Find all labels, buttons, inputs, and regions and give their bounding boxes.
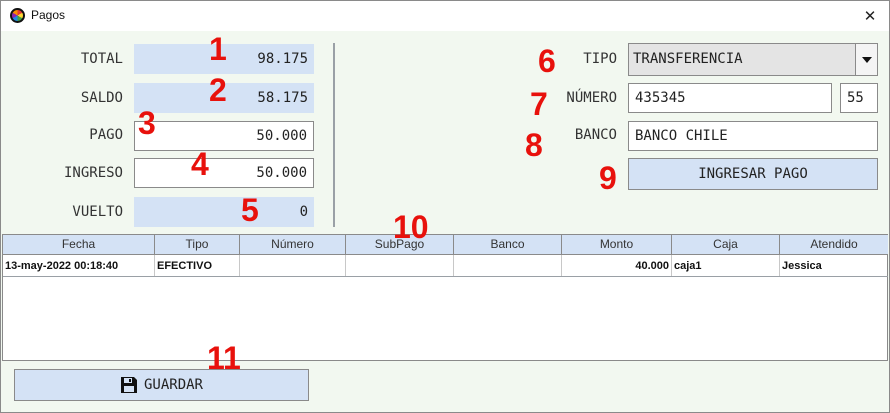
saldo-label: SALDO <box>80 90 123 106</box>
cell-caja: caja1 <box>672 255 780 276</box>
annotation-6: 6 <box>538 43 556 79</box>
tipo-select[interactable]: TRANSFERENCIA <box>628 43 878 76</box>
cell-fecha: 13-may-2022 00:18:40 <box>3 255 155 276</box>
banco-label: BANCO <box>574 127 617 143</box>
annotation-5: 5 <box>241 192 259 228</box>
column-header[interactable]: Banco <box>454 235 562 255</box>
cell-tipo: EFECTIVO <box>155 255 240 276</box>
column-header[interactable]: Caja <box>672 235 780 255</box>
cell-atendido: Jessica <box>782 260 822 272</box>
payments-table: Fecha Tipo Número SubPago Banco Monto Ca… <box>2 234 888 361</box>
annotation-10: 10 <box>393 209 429 245</box>
numero-input[interactable]: 435345 <box>628 83 832 113</box>
cell-subpago <box>346 255 454 276</box>
pago-input[interactable]: 50.000 <box>134 121 314 151</box>
guardar-label: GUARDAR <box>143 377 203 393</box>
ingreso-label: INGRESO <box>63 165 123 181</box>
annotation-4: 4 <box>191 146 209 182</box>
annotation-8: 8 <box>525 127 543 163</box>
close-icon[interactable]: ✕ <box>859 5 881 27</box>
cell-numero <box>240 255 346 276</box>
total-label: TOTAL <box>80 51 123 67</box>
column-header[interactable]: Atendido <box>780 235 888 255</box>
chevron-down-icon[interactable] <box>855 44 877 75</box>
app-color-wheel-icon <box>10 8 25 23</box>
guardar-button[interactable]: GUARDAR <box>14 369 309 401</box>
annotation-11: 11 <box>207 340 241 376</box>
column-header[interactable]: Tipo <box>155 235 240 255</box>
numero-extra-input[interactable]: 55 <box>840 83 878 113</box>
ingresar-pago-button[interactable]: INGRESAR PAGO <box>628 158 878 190</box>
floppy-disk-icon <box>120 377 137 393</box>
annotation-2: 2 <box>209 72 227 108</box>
ingreso-input[interactable]: 50.000 <box>134 158 314 188</box>
annotation-7: 7 <box>530 86 548 122</box>
column-header[interactable]: Monto <box>562 235 672 255</box>
column-header[interactable]: Fecha <box>3 235 155 255</box>
vuelto-label: VUELTO <box>72 204 123 220</box>
annotation-1: 1 <box>209 31 227 67</box>
cell-banco <box>454 255 562 276</box>
payments-window: Pagos ✕ TOTAL 98.175 SALDO 58.175 PAGO 5… <box>0 0 890 413</box>
tipo-selected-value: TRANSFERENCIA <box>633 51 743 67</box>
title-bar: Pagos ✕ <box>1 1 889 31</box>
window-title: Pagos <box>31 8 66 22</box>
annotation-3: 3 <box>138 105 156 141</box>
column-header[interactable]: Número <box>240 235 346 255</box>
pago-label: PAGO <box>89 127 123 143</box>
table-row[interactable]: 13-may-2022 00:18:40 EFECTIVO 40.000 caj… <box>3 255 888 277</box>
table-header: Fecha Tipo Número SubPago Banco Monto Ca… <box>3 235 888 255</box>
vuelto-value: 0 <box>134 197 314 227</box>
annotation-9: 9 <box>599 160 617 196</box>
banco-input[interactable]: BANCO CHILE <box>628 121 878 151</box>
numero-label: NÚMERO <box>566 90 617 106</box>
panel-divider <box>333 43 335 227</box>
cell-monto: 40.000 <box>562 255 672 276</box>
